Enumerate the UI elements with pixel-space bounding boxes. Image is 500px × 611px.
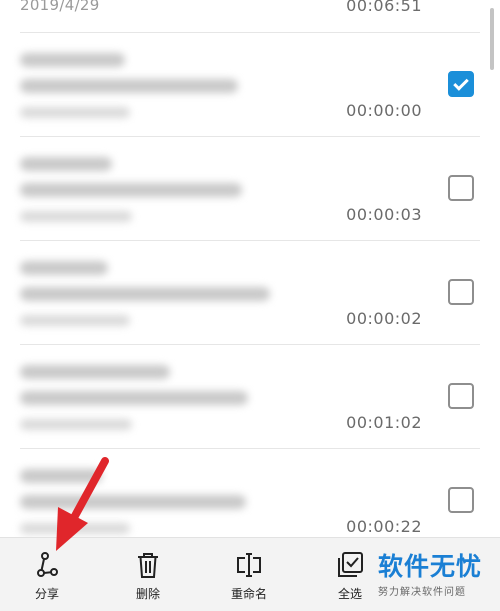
recording-name-blurred (20, 157, 112, 171)
recording-name-blurred (20, 365, 170, 379)
recording-name-blurred (20, 79, 238, 93)
recording-name-blurred (20, 287, 270, 301)
watermark-logo: 软件无忧 努力解决软件问题 (378, 553, 496, 603)
checkbox-icon[interactable] (448, 487, 474, 513)
scrollbar[interactable] (490, 8, 494, 70)
select-all-button[interactable]: 全选 (315, 538, 385, 611)
share-icon (37, 552, 58, 577)
recording-name-blurred (20, 391, 248, 405)
rename-button[interactable]: 重命名 (214, 538, 284, 611)
recording-list: 2019/4/29 00:06:51 00:00:00 00:00:03 00:… (0, 0, 500, 537)
checkmark-icon (453, 75, 469, 91)
recording-duration: 00:00:03 (346, 205, 422, 224)
list-item[interactable]: 00:00:00 (0, 33, 500, 137)
delete-button[interactable]: 删除 (113, 538, 183, 611)
list-item[interactable]: 00:00:03 (0, 137, 500, 241)
list-item[interactable]: 00:00:02 (0, 241, 500, 345)
recording-duration: 00:06:51 (346, 0, 422, 15)
recording-date-blurred (20, 315, 130, 326)
recording-duration: 00:00:00 (346, 101, 422, 120)
recording-duration: 00:00:02 (346, 309, 422, 328)
list-item[interactable]: 00:01:02 (0, 345, 500, 449)
recording-duration: 00:01:02 (346, 413, 422, 432)
recording-name-blurred (20, 495, 246, 509)
trash-icon (138, 553, 158, 578)
recording-date: 2019/4/29 (20, 0, 100, 14)
share-button[interactable]: 分享 (12, 538, 82, 611)
watermark-title: 软件无忧 (378, 552, 483, 581)
recording-name-blurred (20, 183, 242, 197)
list-item[interactable]: 00:00:22 (0, 449, 500, 537)
checkbox-icon[interactable] (448, 383, 474, 409)
checkbox-icon[interactable] (448, 175, 474, 201)
recording-name-blurred (20, 261, 108, 275)
recording-date-blurred (20, 419, 132, 430)
share-label: 分享 (34, 587, 59, 601)
checkbox-icon[interactable] (448, 279, 474, 305)
recording-date-blurred (20, 107, 130, 118)
recording-name-blurred (20, 469, 102, 483)
checkbox-icon[interactable] (448, 71, 474, 97)
recording-name-blurred (20, 53, 125, 67)
select-all-icon (338, 552, 363, 577)
watermark-subtitle: 努力解决软件问题 (378, 587, 466, 598)
select-all-label: 全选 (337, 587, 362, 601)
delete-label: 删除 (135, 587, 160, 601)
rename-label: 重命名 (230, 587, 267, 601)
recording-date-blurred (20, 523, 130, 534)
recording-date-blurred (20, 211, 132, 222)
list-item[interactable]: 2019/4/29 00:06:51 (0, 0, 500, 33)
rename-icon (237, 553, 261, 577)
recording-duration: 00:00:22 (346, 517, 422, 536)
